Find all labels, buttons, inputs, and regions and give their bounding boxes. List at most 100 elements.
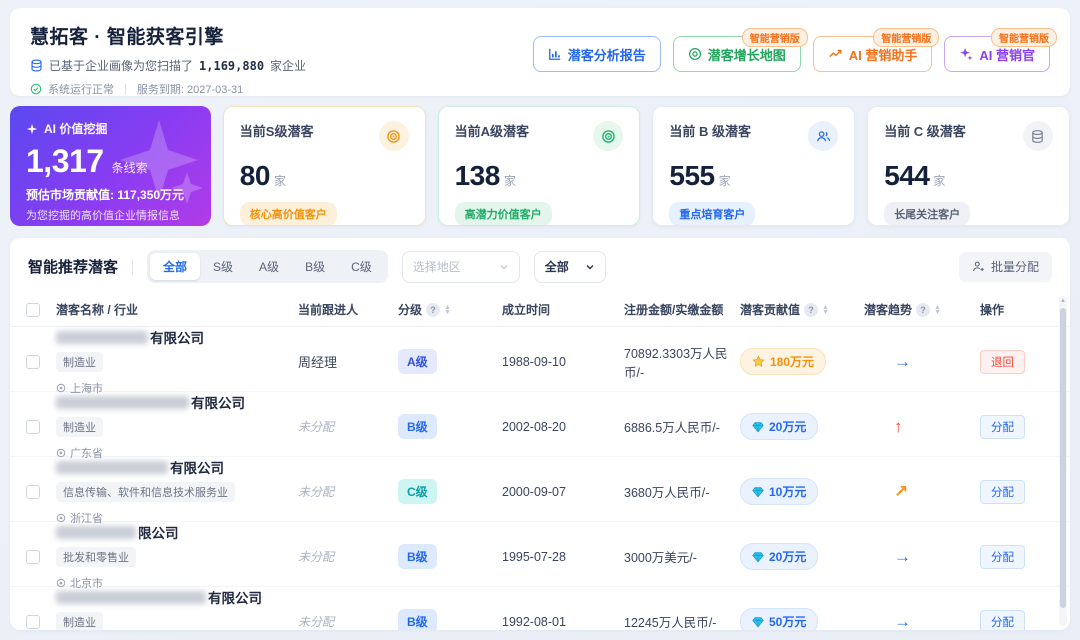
prospect-table-card: 智能推荐潜客 全部 S级 A级 B级 C级 选择地区 全部 批量分配 潜客名称 … [10,238,1070,630]
value-badge: 20万元 [740,413,819,440]
system-status-line: 系统运行正常 | 服务到期: 2027-03-31 [30,81,306,97]
vertical-scrollbar[interactable]: ▲ [1059,296,1067,626]
status-select[interactable]: 全部 [533,250,606,283]
row-checkbox[interactable] [26,614,40,629]
s-card-count: 80 [239,160,271,191]
b-card-label: 当前 B 级潜客 [669,124,752,139]
col-trend-label: 潜客趋势 [864,303,913,317]
col-value-label: 潜客贡献值 [740,303,801,317]
row-checkbox[interactable] [26,419,40,434]
table-row: 限公司 批发和零售业 北京市 未分配 B级 1995-07-28 3000万美元… [10,522,1070,590]
divider [132,258,134,275]
capital: 3680万人民币/- [624,486,710,500]
founded-date: 2000-09-07 [502,484,566,499]
founded-date: 2002-08-20 [502,419,566,434]
stats-row: AI 价值挖掘 1,317 条线索 预估市场贡献值: 117,350万元 为您挖… [10,106,1070,226]
redacted-name [56,525,136,539]
grade-badge: B级 [398,544,437,569]
growth-map-label: 潜客增长地图 [707,47,786,63]
founded-date: 1988-09-10 [502,354,566,369]
sparkle-icon [959,47,973,61]
table-row: 有限公司 制造业 上海市 周经理 A级 1988-09-10 70892.330… [10,327,1070,395]
bar-chart-icon [548,47,562,61]
segment-all[interactable]: 全部 [150,253,201,280]
select-all-checkbox[interactable] [26,302,40,317]
col-name: 潜客名称 / 行业 [56,303,139,317]
assign-button[interactable]: 分配 [980,414,1025,439]
segment-c[interactable]: C级 [338,253,385,280]
divider: | [124,83,127,95]
scan-prefix: 已基于企业画像为您扫描了 [49,59,194,73]
grade-badge: C级 [398,479,437,504]
return-button[interactable]: 退回 [980,349,1025,374]
trend-arrow-icon: ↑ [894,416,903,436]
assign-button[interactable]: 分配 [980,609,1025,630]
growth-map-button[interactable]: 智能营销版 潜客增长地图 [672,28,808,72]
row-checkbox[interactable] [26,484,40,499]
ai-lead-count: 1,317 [26,143,104,179]
assign-button[interactable]: 分配 [980,544,1025,569]
capital: 6886.5万人民币/- [624,421,720,435]
redacted-name [56,460,168,474]
batch-assign-label: 批量分配 [990,260,1039,274]
segment-s[interactable]: S级 [200,253,246,280]
table-header: 潜客名称 / 行业 当前跟进人 分级 ? ▲ ▼ 成立时间 注册金额/实缴金额 潜… [10,293,1070,327]
redacted-name [56,330,148,344]
col-capital: 注册金额/实缴金额 [624,303,724,317]
company-name: 有限公司 [170,461,224,476]
scroll-up-icon[interactable]: ▲ [1060,298,1066,304]
value-badge: 180万元 [740,348,827,375]
a-grade-card: 当前A级潜客 138 家 高潜力价值客户 [437,106,641,226]
header-left: 慧拓客 · 智能获客引擎 已基于企业画像为您扫描了 1,169,880 家企业 … [30,22,306,96]
users-icon [808,121,839,151]
row-checkbox[interactable] [26,549,40,564]
help-icon[interactable]: ? [916,302,931,317]
sort-icon[interactable]: ▲ ▼ [934,304,941,316]
table-row: 有限公司 制造业 广东省 未分配 B级 2002-08-20 6886.5万人民… [10,392,1070,460]
gem-icon [752,551,764,562]
founded-date: 1995-07-28 [502,549,566,564]
section-title: 智能推荐潜客 [28,259,119,276]
a-card-count: 138 [454,160,501,191]
chevron-down-icon [585,262,595,272]
sort-icon[interactable]: ▲ ▼ [822,304,829,316]
gem-icon [752,421,764,432]
assign-button[interactable]: 分配 [980,479,1025,504]
table-row: 有限公司 信息传输、软件和信息技术服务业 浙江省 未分配 C级 2000-09-… [10,457,1070,525]
s-card-count-row: 80 家 [240,160,409,192]
segment-a[interactable]: A级 [246,253,292,280]
batch-assign-button[interactable]: 批量分配 [958,251,1052,282]
report-button[interactable]: 潜客分析报告 [532,36,661,72]
region-placeholder: 选择地区 [412,260,461,274]
a-card-count-row: 138 家 [455,160,624,192]
value-label: 180万元 [770,355,815,369]
star-icon [752,355,765,367]
gem-icon [752,616,764,627]
scrollbar-thumb[interactable] [1060,308,1066,608]
ai-lead-unit: 条线索 [111,161,148,175]
help-icon[interactable]: ? [426,302,441,317]
industry-tag: 制造业 [56,612,103,630]
header-card: 慧拓客 · 智能获客引擎 已基于企业画像为您扫描了 1,169,880 家企业 … [10,8,1070,96]
service-expiry: 服务到期: 2027-03-31 [136,84,244,96]
scan-count: 1,169,880 [199,58,265,73]
col-grade: 分级 ? ▲ ▼ [398,301,502,318]
c-card-badge: 长尾关注客户 [884,202,971,225]
col-founded: 成立时间 [502,303,551,317]
segment-b[interactable]: B级 [292,253,338,280]
ai-officer-button[interactable]: 智能营销版 AI 营销官 [944,28,1057,72]
value-label: 20万元 [769,550,807,564]
header-actions: 潜客分析报告 智能营销版 潜客增长地图 智能营销版 AI 营销助手 智能营销版 [532,22,1057,84]
region-select[interactable]: 选择地区 [401,250,520,283]
row-checkbox[interactable] [26,354,40,369]
c-card-count-row: 544 家 [884,160,1053,192]
ai-card-desc: 为您挖掘的高价值企业情报信息 [26,210,180,222]
person-add-icon [972,260,985,273]
grade-badge: B级 [398,609,437,630]
help-icon[interactable]: ? [804,302,819,317]
sort-icon[interactable]: ▲ ▼ [444,304,451,316]
page: 慧拓客 · 智能获客引擎 已基于企业画像为您扫描了 1,169,880 家企业 … [0,0,1080,640]
ai-assistant-button[interactable]: 智能营销版 AI 营销助手 [812,28,940,72]
status-value: 全部 [544,260,569,274]
a-card-unit: 家 [503,174,516,188]
